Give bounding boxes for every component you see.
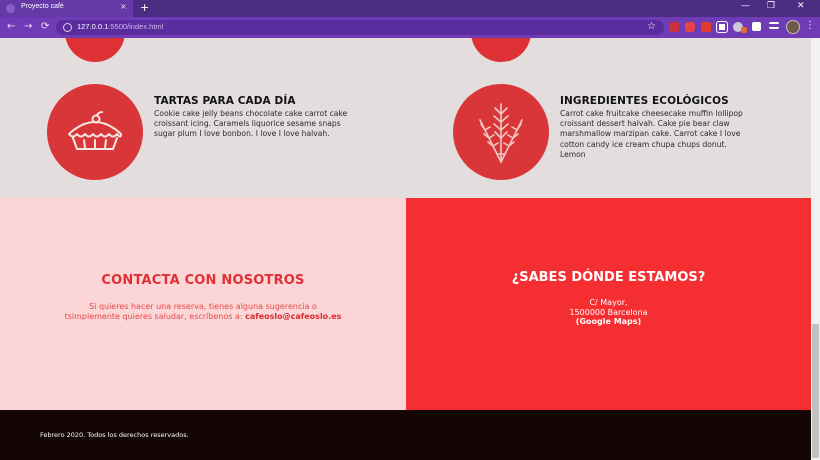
contact-text: Si quieres hacer una reserva, tienes alg… <box>64 302 342 321</box>
favicon-icon <box>6 4 15 13</box>
location-section: ¿SABES DÓNDE ESTAMOS? C/ Mayor, 1500000 … <box>406 198 811 410</box>
feature-description: Cookie cake jelly beans chocolate cake c… <box>154 109 348 139</box>
location-address: C/ Mayor, 1500000 Barcelona (Google Maps… <box>406 298 811 327</box>
pdf-extension-icon[interactable] <box>669 22 679 32</box>
profile-avatar[interactable] <box>786 20 800 34</box>
forward-button[interactable]: → <box>24 21 32 32</box>
close-window-button[interactable]: ✕ <box>797 1 805 11</box>
pie-icon-circle <box>47 84 143 180</box>
feature-circle-partial <box>471 38 531 62</box>
screenshot-icon[interactable] <box>717 22 727 32</box>
url-text[interactable]: 127.0.0.1:5500/index.html <box>77 22 163 31</box>
pie-icon <box>68 111 122 150</box>
browser-tab[interactable]: Proyecto café × <box>0 0 133 17</box>
maximize-button[interactable]: ❐ <box>767 1 775 11</box>
color-picker-icon[interactable] <box>741 27 747 33</box>
back-button[interactable]: ← <box>7 21 15 32</box>
browser-menu-icon[interactable]: ⋮ <box>805 20 815 31</box>
wheat-icon-circle <box>453 84 549 180</box>
contact-title: CONTACTA CON NOSOTROS <box>101 273 305 288</box>
browser-toolbar: ← → ⟳ 127.0.0.1:5500/index.html ☆ ⋮ <box>0 17 820 38</box>
feature-description: Carrot cake fruitcake cheesecake muffin … <box>560 109 743 159</box>
google-maps-link[interactable]: (Google Maps) <box>406 317 811 327</box>
feature-circle-partial <box>65 38 125 62</box>
page-scrollbar[interactable] <box>811 38 820 460</box>
footer: Febrero 2020. Todos los derechos reserva… <box>0 410 811 460</box>
minimize-button[interactable]: — <box>741 1 750 11</box>
features-section: TARTAS PARA CADA DÍA Cookie cake jelly b… <box>0 38 811 198</box>
address-bar[interactable]: 127.0.0.1:5500/index.html ☆ <box>56 20 664 35</box>
wheat-icon <box>479 103 523 163</box>
reload-button[interactable]: ⟳ <box>41 21 49 32</box>
new-tab-button[interactable]: + <box>140 1 149 14</box>
browser-tab-bar: Proyecto café × + — ❐ ✕ <box>0 0 820 17</box>
contact-email-link[interactable]: cafeoslo@cafeoslo.es <box>245 312 341 321</box>
contact-section: CONTACTA CON NOSOTROS Si quieres hacer u… <box>0 198 406 410</box>
footer-copyright: Febrero 2020. Todos los derechos reserva… <box>40 431 189 439</box>
site-info-icon[interactable] <box>63 23 72 32</box>
location-title: ¿SABES DÓNDE ESTAMOS? <box>511 270 706 285</box>
pocket-icon[interactable] <box>685 22 695 32</box>
feature-title: TARTAS PARA CADA DÍA <box>154 95 296 107</box>
bookmark-star-icon[interactable]: ☆ <box>647 21 656 32</box>
puzzle-icon[interactable] <box>752 22 761 31</box>
acrobat-icon[interactable] <box>701 22 711 32</box>
tab-close-icon[interactable]: × <box>120 2 127 11</box>
feature-title: INGREDIENTES ECOLÓGICOS <box>560 95 729 107</box>
tab-title: Proyecto café <box>21 3 64 10</box>
scrollbar-thumb[interactable] <box>812 324 819 458</box>
reading-list-icon[interactable] <box>769 22 779 29</box>
